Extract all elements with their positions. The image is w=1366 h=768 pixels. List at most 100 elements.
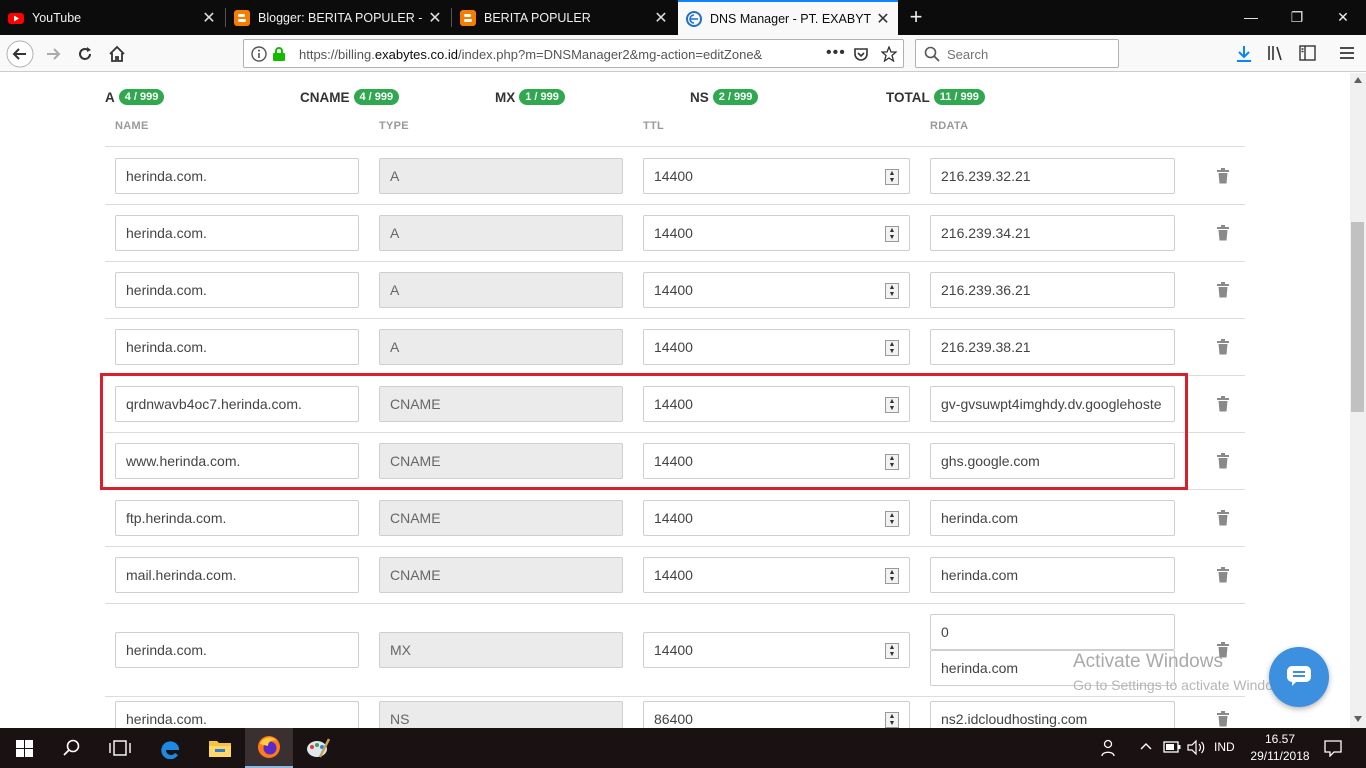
ttl-stepper[interactable]: ▲ ▼ bbox=[885, 340, 899, 356]
chevron-up-icon[interactable] bbox=[1140, 742, 1152, 750]
ttl-stepper[interactable]: ▲ ▼ bbox=[885, 712, 899, 728]
record-ttl-input[interactable]: 14400 ▲ ▼ bbox=[643, 158, 910, 194]
record-rdata-input[interactable]: 216.239.38.21 bbox=[930, 329, 1175, 365]
delete-record-button[interactable] bbox=[1216, 453, 1230, 469]
forward-button[interactable] bbox=[38, 39, 68, 69]
pocket-icon[interactable] bbox=[853, 46, 869, 62]
record-rdata-input[interactable]: ns2.idcloudhosting.com bbox=[930, 701, 1175, 728]
back-arrow-icon bbox=[6, 40, 34, 68]
record-ttl-input[interactable]: 14400 ▲ ▼ bbox=[643, 632, 910, 668]
record-ttl-input[interactable]: 86400 ▲ ▼ bbox=[643, 701, 910, 728]
tab-blogger-settings[interactable]: Blogger: BERITA POPULER - Set ✕ bbox=[226, 0, 450, 35]
home-button[interactable] bbox=[102, 39, 132, 69]
record-rdata-input[interactable]: herinda.com bbox=[930, 557, 1175, 593]
lock-icon[interactable] bbox=[272, 46, 286, 62]
record-type-field: A bbox=[379, 158, 623, 194]
new-tab-button[interactable]: + bbox=[902, 0, 930, 35]
ttl-stepper[interactable]: ▲ ▼ bbox=[885, 169, 899, 185]
sidebar-icon[interactable] bbox=[1299, 45, 1316, 61]
record-rdata-input[interactable]: 216.239.34.21 bbox=[930, 215, 1175, 251]
tab-berita-populer[interactable]: BERITA POPULER ✕ bbox=[452, 0, 676, 35]
people-icon[interactable] bbox=[1101, 739, 1119, 757]
search-input[interactable]: Search bbox=[915, 39, 1119, 68]
record-name-input[interactable]: mail.herinda.com. bbox=[115, 557, 359, 593]
library-icon[interactable] bbox=[1267, 45, 1285, 61]
reload-button[interactable] bbox=[70, 39, 100, 69]
record-name-input[interactable]: herinda.com. bbox=[115, 701, 359, 728]
delete-record-button[interactable] bbox=[1216, 567, 1230, 583]
ttl-stepper[interactable]: ▲ ▼ bbox=[885, 283, 899, 299]
volume-icon[interactable] bbox=[1187, 740, 1205, 755]
record-type-field: NS bbox=[379, 701, 623, 728]
start-button[interactable] bbox=[0, 728, 48, 768]
system-clock[interactable]: 16.57 29/11/2018 bbox=[1248, 731, 1312, 765]
record-name-input[interactable]: herinda.com. bbox=[115, 215, 359, 251]
record-type-field: CNAME bbox=[379, 557, 623, 593]
windows-taskbar: IND 16.57 29/11/2018 bbox=[0, 728, 1366, 768]
menu-icon[interactable] bbox=[1339, 46, 1355, 60]
delete-record-button[interactable] bbox=[1216, 711, 1230, 727]
language-indicator[interactable]: IND bbox=[1214, 740, 1235, 754]
record-ttl-input[interactable]: 14400 ▲ ▼ bbox=[643, 500, 910, 536]
scroll-down-icon[interactable] bbox=[1354, 716, 1362, 722]
scroll-up-icon[interactable] bbox=[1354, 77, 1362, 83]
record-rdata-input[interactable]: herinda.com bbox=[930, 500, 1175, 536]
record-ttl-input[interactable]: 14400 ▲ ▼ bbox=[643, 272, 910, 308]
back-button[interactable] bbox=[5, 39, 35, 69]
minimize-button[interactable]: — bbox=[1228, 0, 1274, 35]
record-rdata-input[interactable]: 216.239.36.21 bbox=[930, 272, 1175, 308]
counter-label: NS bbox=[690, 89, 709, 105]
notification-icon[interactable] bbox=[1324, 739, 1342, 757]
trash-icon bbox=[1216, 510, 1230, 530]
window-close-button[interactable]: ✕ bbox=[1320, 0, 1366, 35]
scrollbar-thumb[interactable] bbox=[1351, 222, 1364, 412]
close-icon[interactable]: ✕ bbox=[424, 8, 446, 28]
ttl-stepper[interactable]: ▲ ▼ bbox=[885, 226, 899, 242]
tab-youtube[interactable]: YouTube ✕ bbox=[0, 0, 224, 35]
delete-record-button[interactable] bbox=[1216, 168, 1230, 184]
record-name-input[interactable]: herinda.com. bbox=[115, 272, 359, 308]
taskbar-edge[interactable] bbox=[146, 728, 194, 768]
record-name-input[interactable]: ftp.herinda.com. bbox=[115, 500, 359, 536]
address-bar[interactable]: https://billing.exabytes.co.id/index.php… bbox=[243, 39, 904, 68]
url-text[interactable]: https://billing.exabytes.co.id/index.php… bbox=[299, 47, 779, 62]
activation-watermark-text: Go to Settings to activate Windows. bbox=[1073, 677, 1294, 693]
ttl-stepper[interactable]: ▲ ▼ bbox=[885, 643, 899, 659]
download-icon[interactable] bbox=[1236, 45, 1252, 63]
delete-record-button[interactable] bbox=[1216, 225, 1230, 241]
taskbar-file-explorer[interactable] bbox=[196, 728, 244, 768]
ttl-stepper[interactable]: ▲ ▼ bbox=[885, 568, 899, 584]
ttl-stepper[interactable]: ▲ ▼ bbox=[885, 511, 899, 527]
task-view-button[interactable] bbox=[96, 728, 144, 768]
close-icon[interactable]: ✕ bbox=[650, 8, 672, 28]
record-name-input[interactable]: herinda.com. bbox=[115, 329, 359, 365]
battery-icon[interactable] bbox=[1163, 741, 1181, 753]
delete-record-button[interactable] bbox=[1216, 396, 1230, 412]
record-name-input[interactable]: herinda.com. bbox=[115, 158, 359, 194]
record-rdata-input[interactable]: 216.239.32.21 bbox=[930, 158, 1175, 194]
record-ttl-input[interactable]: 14400 ▲ ▼ bbox=[643, 215, 910, 251]
taskbar-paint[interactable] bbox=[294, 728, 342, 768]
taskbar-firefox[interactable] bbox=[245, 728, 293, 768]
tab-dns-manager[interactable]: DNS Manager - PT. EXABYTES I ✕ bbox=[678, 0, 898, 35]
delete-record-button[interactable] bbox=[1216, 339, 1230, 355]
chat-button[interactable] bbox=[1269, 647, 1329, 707]
dns-manager-page: A4 / 999 CNAME 4 / 999 MX 1 / 999 NS 2 / 99… bbox=[0, 73, 1350, 728]
page-actions-icon[interactable]: ••• bbox=[826, 44, 846, 62]
record-ttl-input[interactable]: 14400 ▲ ▼ bbox=[643, 329, 910, 365]
column-header-name: NAME bbox=[115, 120, 149, 132]
close-icon[interactable]: ✕ bbox=[872, 9, 894, 29]
delete-record-button[interactable] bbox=[1216, 282, 1230, 298]
windows-logo-icon bbox=[15, 739, 33, 757]
info-icon[interactable] bbox=[251, 46, 267, 62]
home-icon bbox=[109, 45, 125, 62]
record-name-input[interactable]: herinda.com. bbox=[115, 632, 359, 668]
close-icon[interactable]: ✕ bbox=[198, 8, 220, 28]
taskbar-search-button[interactable] bbox=[48, 728, 96, 768]
record-rdata-input[interactable]: 0 bbox=[930, 614, 1175, 650]
restore-button[interactable]: ❐ bbox=[1274, 0, 1320, 35]
bookmark-star-icon[interactable] bbox=[881, 46, 897, 62]
record-ttl-input[interactable]: 14400 ▲ ▼ bbox=[643, 557, 910, 593]
edge-icon bbox=[161, 741, 179, 759]
delete-record-button[interactable] bbox=[1216, 510, 1230, 526]
